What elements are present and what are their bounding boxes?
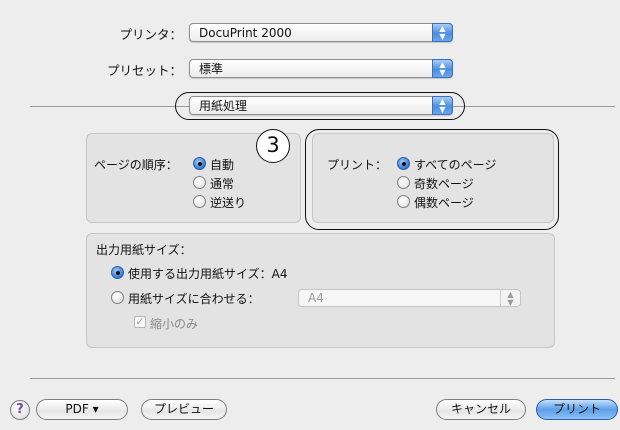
printer-label: プリンタ：	[119, 27, 182, 42]
printer-value: DocuPrint 2000	[199, 26, 292, 40]
print-pages-radio-even[interactable]	[397, 195, 410, 208]
page-order-option-reverse: 逆送り	[210, 196, 247, 210]
print-pages-option-even: 偶数ページ	[414, 196, 474, 210]
callout-number-circle: 3	[256, 129, 290, 163]
page-order-radio-auto[interactable]	[193, 157, 206, 170]
use-paper-size-label: 使用する出力用紙サイズ：A4	[128, 265, 288, 282]
presets-label: プリセット：	[106, 63, 182, 78]
presets-popup[interactable]: 標準 ▲ ▼	[189, 59, 453, 78]
print-button[interactable]: プリント	[536, 399, 618, 420]
separator-bottom	[30, 378, 615, 379]
use-paper-size-value: A4	[271, 267, 288, 281]
popup-arrows-icon: ▲ ▼	[500, 290, 520, 307]
page-order-option-normal: 通常	[210, 177, 235, 191]
print-pages-radio-odd[interactable]	[397, 176, 410, 189]
fit-paper-size-value: A4	[308, 291, 324, 305]
page-order-option-auto: 自動	[210, 158, 235, 172]
fit-paper-size-label: 用紙サイズに合わせる：	[128, 292, 260, 306]
page-order-radio-normal[interactable]	[193, 176, 206, 189]
use-paper-size-radio[interactable]	[111, 266, 124, 279]
help-icon[interactable]: ?	[10, 400, 30, 420]
paper-size-title: 出力用紙サイズ：	[96, 243, 192, 257]
page-order-radio-reverse[interactable]	[193, 195, 206, 208]
print-pages-radio-all[interactable]	[397, 157, 410, 170]
print-pages-label: プリント：	[327, 158, 388, 172]
use-paper-size-text: 使用する出力用紙サイズ：	[128, 267, 272, 281]
callout-number: 3	[266, 133, 280, 157]
check-icon: ✓	[135, 315, 145, 328]
print-pages-option-odd: 奇数ページ	[414, 177, 474, 191]
printer-popup[interactable]: DocuPrint 2000 ▲ ▼	[189, 23, 453, 42]
presets-value: 標準	[199, 62, 224, 76]
cancel-button[interactable]: キャンセル	[436, 399, 526, 420]
scale-down-only-label: 縮小のみ	[150, 317, 199, 331]
annotation-rounded-rect	[175, 92, 465, 120]
pdf-button[interactable]: PDF ▾	[36, 399, 128, 420]
fit-paper-size-popup[interactable]: A4 ▲ ▼	[298, 289, 521, 307]
popup-arrows-icon: ▲ ▼	[432, 23, 453, 42]
preview-button[interactable]: プレビュー	[141, 399, 227, 420]
fit-paper-size-radio[interactable]	[111, 291, 124, 304]
popup-arrows-icon: ▲ ▼	[432, 59, 453, 78]
page-order-label: ページの順序：	[94, 158, 178, 172]
scale-down-only-checkbox[interactable]: ✓	[134, 316, 146, 328]
print-pages-option-all: すべてのページ	[414, 158, 497, 172]
